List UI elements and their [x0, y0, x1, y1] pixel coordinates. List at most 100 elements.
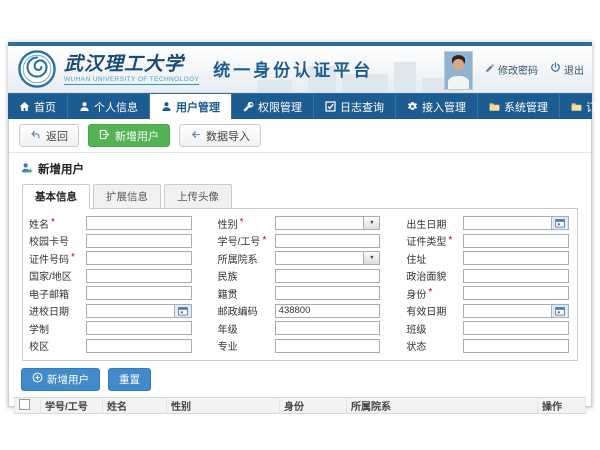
header-user-box: 修改密码 退出 [444, 46, 584, 92]
power-icon [550, 62, 561, 76]
nav-item-permission-management[interactable]: 权限管理 [232, 94, 314, 119]
status-input[interactable] [463, 339, 569, 353]
country-input[interactable] [86, 269, 192, 283]
user-icon [161, 101, 172, 112]
nav-item-access-management[interactable]: 接入管理 [396, 94, 478, 119]
logout-link[interactable]: 退出 [550, 62, 584, 77]
check-square-icon [325, 101, 336, 112]
form-field-identity: 身份* [406, 286, 569, 300]
email-input[interactable] [86, 286, 192, 300]
field-label: 状态 [406, 338, 463, 353]
user-plus-icon [21, 162, 33, 177]
gender-select[interactable]: ▼ [275, 216, 381, 230]
field-label: 国家/地区 [29, 268, 86, 283]
reset-button-label: 重置 [119, 372, 140, 387]
field-label: 年级 [218, 321, 275, 336]
political-status-input[interactable] [463, 269, 569, 283]
tab-upload-avatar[interactable]: 上传头像 [164, 184, 232, 209]
change-password-label: 修改密码 [498, 62, 538, 77]
chevron-down-icon[interactable]: ▼ [363, 217, 379, 229]
class-input[interactable] [463, 321, 569, 335]
field-label: 姓名* [29, 216, 86, 231]
entry-date-input[interactable] [86, 304, 192, 318]
calendar-icon[interactable] [174, 305, 191, 317]
form-field-country: 国家/地区 [29, 269, 192, 283]
birth-date-input[interactable] [463, 216, 569, 230]
nav-item-log-query[interactable]: 日志查询 [314, 94, 396, 119]
campus-input[interactable] [86, 339, 192, 353]
address-input[interactable] [463, 251, 569, 265]
native-place-input[interactable] [275, 286, 381, 300]
field-label: 校园卡号 [29, 233, 86, 248]
student-id-input[interactable] [275, 234, 381, 248]
field-label: 学号/工号* [218, 233, 275, 248]
nav-item-system-management[interactable]: 系统管理 [478, 94, 560, 119]
campus-card-input[interactable] [86, 234, 192, 248]
user-avatar [444, 51, 473, 90]
nav-item-label: 首页 [34, 99, 56, 115]
nav-item-label: 日志查询 [340, 99, 384, 115]
field-label: 所属院系 [218, 251, 275, 266]
required-marker: * [71, 254, 75, 262]
select-all-checkbox[interactable] [19, 399, 30, 410]
nav-item-label: 接入管理 [422, 99, 466, 115]
major-input[interactable] [275, 339, 381, 353]
form-field-grade: 年级 [218, 321, 381, 335]
id-number-input[interactable] [86, 251, 192, 265]
nav-item-label: 个人信息 [94, 99, 138, 115]
field-label: 政治面貌 [406, 268, 463, 283]
tab-basic-info[interactable]: 基本信息 [22, 184, 90, 209]
add-user-toolbar-label: 新增用户 [115, 128, 159, 144]
plus-circle-icon [32, 372, 43, 386]
nav-item-user-management[interactable]: 用户管理 [150, 94, 232, 119]
education-length-input[interactable] [86, 321, 192, 335]
postal-code-input[interactable]: 438800 [275, 304, 381, 318]
ethnicity-input[interactable] [275, 269, 381, 283]
grade-input[interactable] [275, 321, 381, 335]
calendar-icon[interactable] [551, 305, 568, 317]
table-column-header: 所属院系 [347, 397, 538, 413]
field-label: 电子邮箱 [29, 286, 86, 301]
calendar-icon[interactable] [551, 217, 568, 229]
data-import-button[interactable]: 数据导入 [179, 124, 261, 147]
chevron-down-icon[interactable]: ▼ [363, 252, 379, 264]
change-password-link[interactable]: 修改密码 [485, 62, 538, 77]
table-header-row: 学号/工号姓名性别身份所属院系操作 [15, 397, 586, 413]
table-column-header: 姓名 [103, 397, 167, 413]
id-type-input[interactable] [463, 234, 569, 248]
form-field-id-type: 证件类型* [406, 234, 569, 248]
nav-item-profile[interactable]: 个人信息 [68, 94, 150, 119]
nav-item-label: 权限管理 [258, 99, 302, 115]
name-input[interactable] [86, 216, 192, 230]
nav-item-label: 用户管理 [176, 99, 220, 115]
field-label: 民族 [218, 268, 275, 283]
user-form: 姓名*性别*▼出生日期校园卡号学号/工号*证件类型*证件号码*所属院系▼住址国家… [29, 216, 569, 353]
valid-date-input[interactable] [463, 304, 569, 318]
field-label: 性别* [218, 216, 275, 231]
required-marker: * [428, 289, 432, 297]
section-title: 新增用户 [21, 161, 591, 177]
required-marker: * [262, 237, 266, 245]
form-field-education-length: 学制 [29, 321, 192, 335]
field-label: 住址 [406, 251, 463, 266]
form-field-gender: 性别* ▼ [218, 216, 381, 230]
reset-button[interactable]: 重置 [108, 368, 151, 391]
folder-icon [489, 101, 500, 112]
nav-item-home[interactable]: 首页 [8, 94, 68, 119]
add-user-submit-button[interactable]: 新增用户 [21, 368, 100, 391]
department-select[interactable]: ▼ [275, 251, 381, 265]
tab-bar: 基本信息扩展信息上传头像 [22, 184, 591, 209]
back-button-label: 返回 [46, 128, 68, 144]
form-field-campus-card: 校园卡号 [29, 234, 192, 248]
form-field-postal-code: 邮政编码438800 [218, 304, 381, 318]
form-field-status: 状态 [406, 339, 569, 353]
form-field-entry-date: 进校日期 [29, 304, 192, 318]
user-table: 学号/工号姓名性别身份所属院系操作 [14, 397, 586, 414]
table-column-header: 学号/工号 [41, 397, 103, 413]
logout-label: 退出 [564, 62, 584, 77]
tab-extended-info[interactable]: 扩展信息 [93, 184, 161, 209]
nav-item-subscription-management[interactable]: 订阅管理 [560, 94, 600, 119]
back-button[interactable]: 返回 [19, 124, 79, 147]
identity-input[interactable] [463, 286, 569, 300]
add-user-toolbar-button[interactable]: 新增用户 [88, 124, 170, 147]
